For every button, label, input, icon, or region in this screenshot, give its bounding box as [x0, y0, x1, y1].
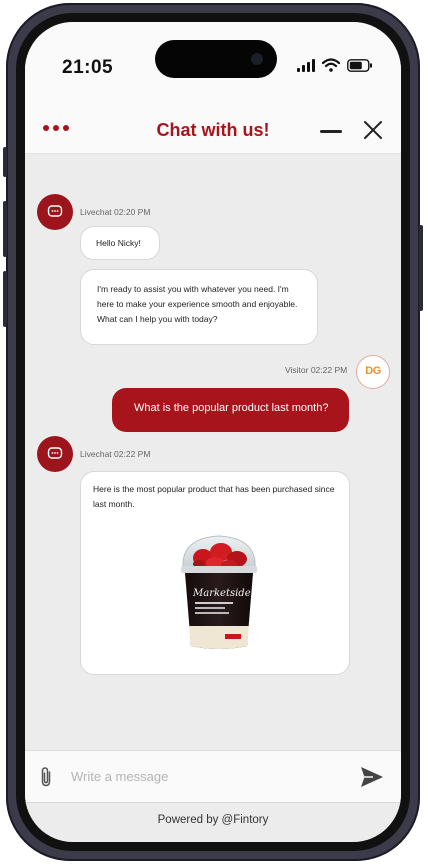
signal-icon: [297, 58, 315, 72]
battery-icon: [347, 58, 372, 72]
message-text: here to make your experience smooth and …: [97, 299, 298, 309]
chat-header: Chat with us!: [25, 110, 401, 154]
visitor-initials: DG: [365, 365, 381, 377]
chat-bubble-icon: [47, 205, 63, 217]
screen: 21:05 Chat with us! Livechat 02:20 PM He…: [25, 22, 401, 842]
chat-bubble-icon: [47, 447, 63, 459]
message-text: I'm ready to assist you with whatever yo…: [97, 284, 289, 294]
message-meta: Livechat 02:20 PM: [80, 207, 151, 217]
message-text: Here is the most popular product that ha…: [93, 484, 335, 494]
visitor-message-bubble: What is the popular product last month?: [112, 388, 349, 432]
message-text: Hello Nicky!: [96, 238, 141, 248]
powered-by-footer: Powered by @Fintory: [25, 802, 401, 840]
send-icon[interactable]: [360, 766, 384, 788]
livechat-avatar: [37, 194, 73, 230]
message-bubble: Here is the most popular product that ha…: [80, 471, 350, 675]
message-composer: [25, 750, 401, 802]
action-button: [3, 147, 7, 177]
message-text: last month.: [93, 499, 135, 509]
product-brand: Marketside: [192, 588, 251, 599]
message-input[interactable]: [69, 765, 329, 787]
chat-title: Chat with us!: [156, 120, 270, 140]
close-icon[interactable]: [362, 119, 384, 141]
phone-frame: 21:05 Chat with us! Livechat 02:20 PM He…: [3, 3, 423, 861]
status-icons: [297, 58, 373, 72]
livechat-avatar: [37, 436, 73, 472]
status-bar: 21:05: [25, 22, 401, 110]
volume-down-button: [3, 271, 7, 327]
message-text: What can I help you with today?: [97, 314, 218, 324]
wifi-icon: [322, 58, 340, 72]
message-bubble: I'm ready to assist you with whatever yo…: [80, 269, 318, 345]
product-image[interactable]: Marketside: [159, 530, 279, 660]
camera-icon: [251, 53, 263, 65]
message-meta: Visitor 02:22 PM: [285, 365, 348, 375]
message-bubble: Hello Nicky!: [80, 226, 160, 260]
power-button: [419, 225, 423, 311]
phone-bezel: 21:05 Chat with us! Livechat 02:20 PM He…: [16, 13, 410, 851]
dynamic-island: [155, 40, 277, 78]
message-meta: Livechat 02:22 PM: [80, 449, 151, 459]
paperclip-icon[interactable]: [39, 766, 53, 788]
volume-up-button: [3, 201, 7, 257]
visitor-avatar: DG: [356, 355, 390, 389]
message-text: What is the popular product last month?: [134, 402, 329, 414]
status-time: 21:05: [62, 57, 114, 78]
minimize-icon[interactable]: [320, 130, 342, 133]
